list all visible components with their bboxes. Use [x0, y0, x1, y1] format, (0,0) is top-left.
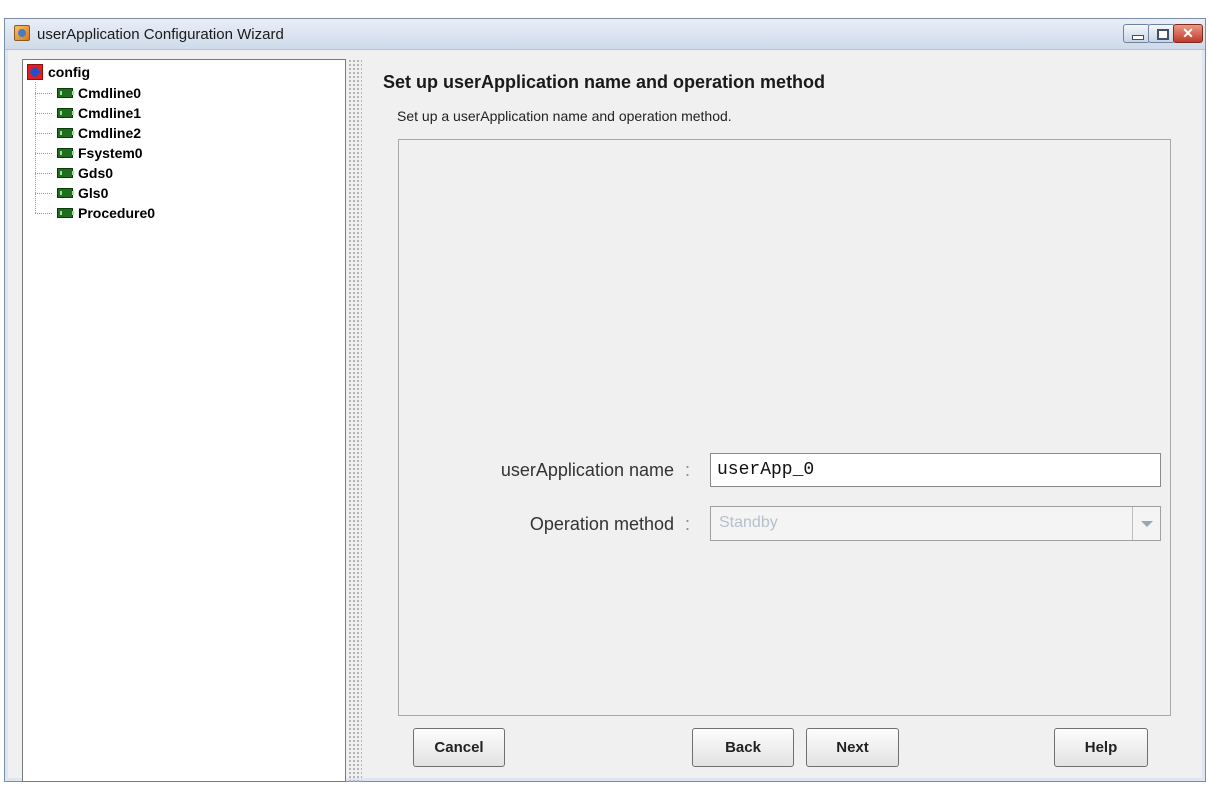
- name-separator: :: [685, 460, 691, 480]
- tree-node-cmdline1[interactable]: Cmdline1: [57, 103, 141, 123]
- tree-connector-lines: [35, 82, 53, 214]
- minimize-button[interactable]: [1123, 24, 1150, 43]
- operation-method-value: Standby: [719, 514, 778, 531]
- page-description: Set up a userApplication name and operat…: [397, 108, 732, 124]
- tree-node-label: Gls0: [78, 185, 109, 201]
- operation-method-select[interactable]: Standby: [710, 506, 1161, 541]
- resource-icon: [57, 208, 74, 218]
- tree-node-procedure0[interactable]: Procedure0: [57, 203, 155, 223]
- tree-node-cmdline0[interactable]: Cmdline0: [57, 83, 141, 103]
- window-content: config Cmdline0 Cmdline1 Cmdline2 Fsyste…: [8, 50, 1202, 782]
- tree-node-fsystem0[interactable]: Fsystem0: [57, 143, 143, 163]
- tree-node-config[interactable]: config: [27, 62, 90, 82]
- java-app-icon: [14, 25, 30, 41]
- pane-splitter[interactable]: [348, 59, 362, 782]
- resource-icon: [57, 88, 74, 98]
- tree-node-cmdline2[interactable]: Cmdline2: [57, 123, 141, 143]
- resource-icon: [57, 188, 74, 198]
- resource-icon: [57, 128, 74, 138]
- maximize-button[interactable]: [1148, 24, 1175, 43]
- tree-node-label: Gds0: [78, 165, 114, 181]
- window-title: userApplication Configuration Wizard: [37, 26, 284, 43]
- title-bar: userApplication Configuration Wizard ✕: [5, 19, 1205, 50]
- userapplication-name-input[interactable]: userApp_0: [710, 453, 1161, 487]
- tree-node-gds0[interactable]: Gds0: [57, 163, 113, 183]
- resource-icon: [57, 148, 74, 158]
- minimize-icon: [1124, 25, 1149, 42]
- chevron-down-icon[interactable]: [1132, 507, 1160, 540]
- back-button[interactable]: Back: [692, 728, 794, 767]
- settings-group-box: userApplication name : userApp_0 Operati…: [398, 139, 1171, 716]
- cancel-button[interactable]: Cancel: [413, 728, 505, 767]
- operation-method-label: Operation method: [529, 514, 674, 534]
- method-separator: :: [685, 514, 691, 534]
- tree-node-label: config: [48, 64, 90, 80]
- userapplication-name-label: userApplication name: [500, 460, 674, 480]
- wizard-window: userApplication Configuration Wizard ✕ c…: [4, 18, 1206, 782]
- resource-icon: [57, 108, 74, 118]
- close-icon: ✕: [1182, 25, 1194, 41]
- config-root-icon: [27, 64, 43, 80]
- tree-node-label: Cmdline1: [78, 105, 142, 121]
- tree-node-label: Cmdline0: [78, 85, 142, 101]
- close-button[interactable]: ✕: [1173, 24, 1203, 43]
- tree-node-gls0[interactable]: Gls0: [57, 183, 108, 203]
- tree-node-label: Cmdline2: [78, 125, 142, 141]
- tree-node-label: Procedure0: [78, 205, 156, 221]
- resource-icon: [57, 168, 74, 178]
- help-button[interactable]: Help: [1054, 728, 1148, 767]
- maximize-icon: [1149, 25, 1174, 42]
- next-button[interactable]: Next: [806, 728, 899, 767]
- wizard-panel: Set up userApplication name and operatio…: [368, 50, 1202, 778]
- page-title: Set up userApplication name and operatio…: [383, 72, 826, 92]
- resource-tree[interactable]: config Cmdline0 Cmdline1 Cmdline2 Fsyste…: [22, 59, 346, 782]
- tree-node-label: Fsystem0: [78, 145, 143, 161]
